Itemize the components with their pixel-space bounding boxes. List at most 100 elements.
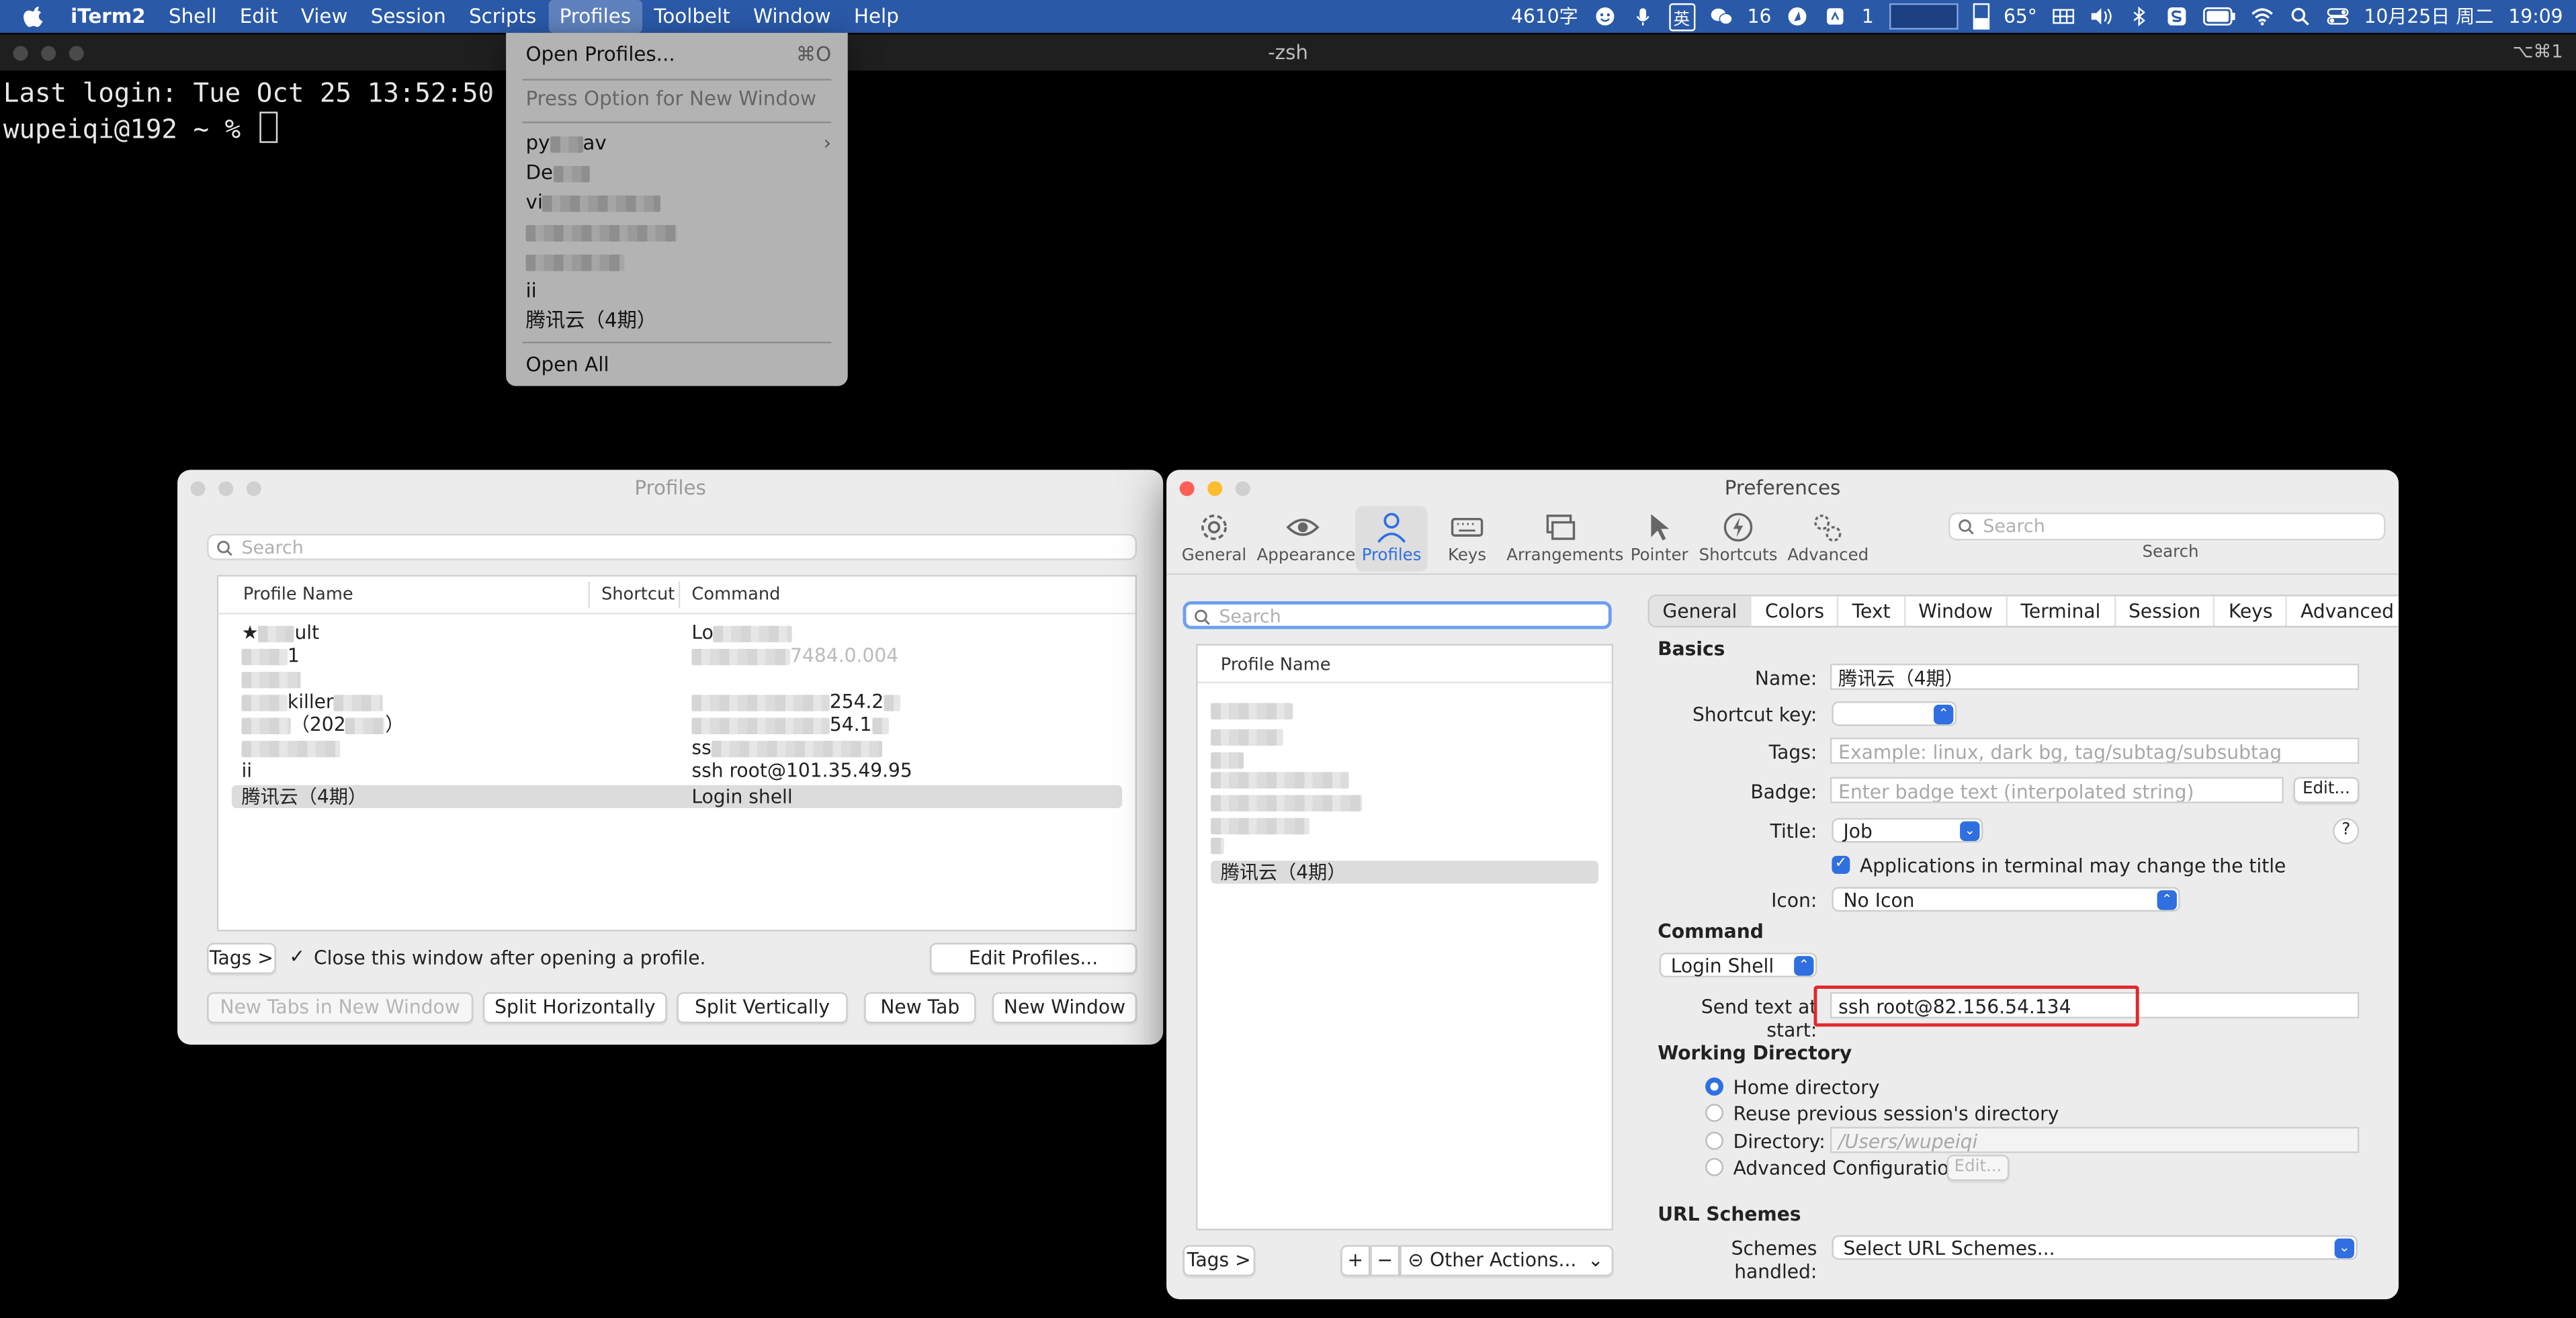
- menu-item-open-all[interactable]: Open All: [525, 350, 831, 380]
- tab-session[interactable]: Session: [2115, 596, 2216, 626]
- help-button[interactable]: ?: [2333, 818, 2360, 844]
- tab-window[interactable]: Window: [1905, 596, 2008, 626]
- menu-app-name[interactable]: iTerm2: [59, 0, 157, 33]
- icon-popup[interactable]: No Icon ⌃: [1832, 887, 2180, 912]
- menu-item-profile-py[interactable]: py av ›: [525, 128, 831, 158]
- date-display[interactable]: 10月25日 周二: [2364, 3, 2493, 30]
- list-item[interactable]: [1211, 767, 1598, 790]
- tab-general[interactable]: General: [1649, 596, 1752, 626]
- list-item[interactable]: [1211, 724, 1598, 747]
- list-item[interactable]: [1211, 698, 1598, 721]
- tab-advanced[interactable]: Advanced: [2287, 597, 2399, 626]
- wechat-icon[interactable]: [1709, 7, 1732, 26]
- menu-view[interactable]: View: [290, 0, 359, 33]
- toolbar-keys[interactable]: Keys: [1434, 506, 1500, 572]
- tab-text[interactable]: Text: [1839, 596, 1905, 626]
- other-actions-button[interactable]: ⊝ Other Actions... ⌄: [1400, 1245, 1614, 1276]
- apple-icon[interactable]: [23, 5, 46, 28]
- badge-field[interactable]: Enter badge text (interpolated string): [1830, 777, 2284, 803]
- remove-profile-button[interactable]: −: [1370, 1245, 1400, 1276]
- menu-scripts[interactable]: Scripts: [458, 0, 548, 33]
- menu-session[interactable]: Session: [359, 0, 458, 33]
- new-window-button[interactable]: New Window: [992, 992, 1137, 1024]
- toolbar-general[interactable]: General: [1180, 506, 1249, 572]
- toolbar-profiles[interactable]: Profiles: [1355, 506, 1428, 572]
- menu-item-profile-blurred[interactable]: [525, 247, 831, 276]
- control-center-icon[interactable]: [2326, 7, 2349, 26]
- table-row[interactable]: 1 7484.0.004: [232, 644, 1122, 667]
- menu-item-profile-de[interactable]: De: [525, 158, 831, 187]
- navigation-icon[interactable]: [1786, 7, 1809, 26]
- toolbar-pointer[interactable]: Pointer: [1627, 506, 1692, 572]
- url-schemes-popup[interactable]: Select URL Schemes... ⌄: [1832, 1235, 2358, 1260]
- microphone-icon[interactable]: [1631, 7, 1654, 26]
- menu-help[interactable]: Help: [843, 0, 910, 33]
- tags-field[interactable]: Example: linux, dark bg, tag/subtag/subs…: [1830, 737, 2360, 764]
- bluetooth-icon[interactable]: [2127, 6, 2150, 27]
- menu-item-profile-blurred[interactable]: [525, 217, 831, 247]
- reuse-directory-radio[interactable]: [1705, 1104, 1724, 1123]
- network-graph[interactable]: [1888, 3, 1958, 30]
- new-tab-button[interactable]: New Tab: [864, 992, 976, 1024]
- new-tabs-in-new-window-button[interactable]: New Tabs in New Window: [207, 992, 474, 1024]
- list-item[interactable]: [1211, 833, 1598, 856]
- shortcut-key-popup[interactable]: ⌃: [1832, 701, 1957, 726]
- edit-profiles-button[interactable]: Edit Profiles...: [929, 942, 1137, 975]
- menu-window[interactable]: Window: [742, 0, 843, 33]
- tab-terminal[interactable]: Terminal: [2008, 596, 2116, 626]
- split-horizontally-button[interactable]: Split Horizontally: [482, 992, 667, 1024]
- toolbar-appearance[interactable]: Appearance: [1257, 506, 1355, 572]
- battery-icon[interactable]: [2202, 7, 2236, 26]
- table-row[interactable]: [232, 667, 1122, 690]
- preferences-search-input[interactable]: Search: [1948, 512, 2386, 541]
- command-popup[interactable]: Login Shell ⌃: [1659, 953, 1817, 977]
- menu-item-open-profiles[interactable]: Open Profiles... ⌘O: [525, 40, 831, 69]
- emoji-icon[interactable]: [1593, 7, 1616, 26]
- close-window-checkbox[interactable]: ✓: [289, 944, 305, 967]
- directory-field[interactable]: /Users/wupeiqi: [1830, 1127, 2360, 1153]
- menu-toolbelt[interactable]: Toolbelt: [642, 0, 742, 33]
- table-row[interactable]: （202） 54.1: [232, 713, 1122, 736]
- input-method-indicator[interactable]: 英: [1668, 2, 1695, 31]
- advanced-config-radio[interactable]: [1705, 1157, 1724, 1176]
- profile-search-input[interactable]: Search: [1183, 601, 1612, 629]
- menu-item-profile-tencent[interactable]: 腾讯云（4期）: [525, 306, 831, 335]
- table-row[interactable]: ss: [232, 736, 1122, 759]
- menu-edit[interactable]: Edit: [228, 0, 290, 33]
- column-header-profile-name[interactable]: Profile Name: [1221, 647, 1331, 683]
- table-row[interactable]: ★ ult Lo: [232, 621, 1122, 644]
- list-item-selected[interactable]: 腾讯云（4期）: [1211, 861, 1599, 884]
- apps-change-title-checkbox[interactable]: ✓: [1832, 855, 1850, 874]
- toolbar-shortcuts[interactable]: Shortcuts: [1699, 506, 1777, 572]
- tab-colors[interactable]: Colors: [1752, 596, 1840, 626]
- split-vertically-button[interactable]: Split Vertically: [677, 992, 848, 1024]
- column-header-profile-name[interactable]: Profile Name: [243, 576, 353, 613]
- search-spotlight-icon[interactable]: [2288, 7, 2311, 26]
- menu-profiles[interactable]: Profiles: [548, 0, 643, 33]
- notification-app-icon[interactable]: [1824, 7, 1847, 26]
- dashboard-icon[interactable]: [2052, 7, 2075, 26]
- wifi-icon[interactable]: [2251, 7, 2274, 26]
- time-display[interactable]: 19:09: [2508, 5, 2563, 28]
- advanced-config-edit-button[interactable]: Edit...: [1946, 1154, 2010, 1182]
- add-profile-button[interactable]: +: [1340, 1245, 1371, 1276]
- temperature[interactable]: 65°: [2004, 5, 2037, 28]
- column-header-shortcut[interactable]: Shortcut: [601, 576, 675, 613]
- title-popup[interactable]: Job ⌄: [1832, 818, 1983, 843]
- toolbar-advanced[interactable]: Advanced: [1787, 506, 1869, 572]
- toolbar-arrangements[interactable]: Arrangements: [1506, 506, 1623, 572]
- menu-item-profile-ii[interactable]: ii: [525, 276, 831, 306]
- home-directory-radio[interactable]: [1705, 1078, 1724, 1096]
- volume-icon[interactable]: [2090, 7, 2112, 26]
- word-count[interactable]: 4610字: [1511, 3, 1578, 30]
- profiles-search-input[interactable]: Search: [207, 533, 1137, 560]
- table-row[interactable]: ii ssh root@101.35.49.95: [232, 759, 1122, 782]
- memory-graph-icon[interactable]: [1972, 3, 1989, 30]
- table-row-selected[interactable]: 腾讯云（4期） Login shell: [231, 785, 1123, 809]
- badge-edit-button[interactable]: Edit...: [2293, 777, 2360, 803]
- terminal-output[interactable]: Last login: Tue Oct 25 13:52:50 wupeiqi@1…: [3, 75, 494, 148]
- tab-keys[interactable]: Keys: [2215, 596, 2288, 626]
- tags-button[interactable]: Tags >: [1183, 1245, 1256, 1276]
- menu-item-profile-vi[interactable]: vi: [525, 187, 831, 217]
- list-item[interactable]: [1211, 790, 1598, 813]
